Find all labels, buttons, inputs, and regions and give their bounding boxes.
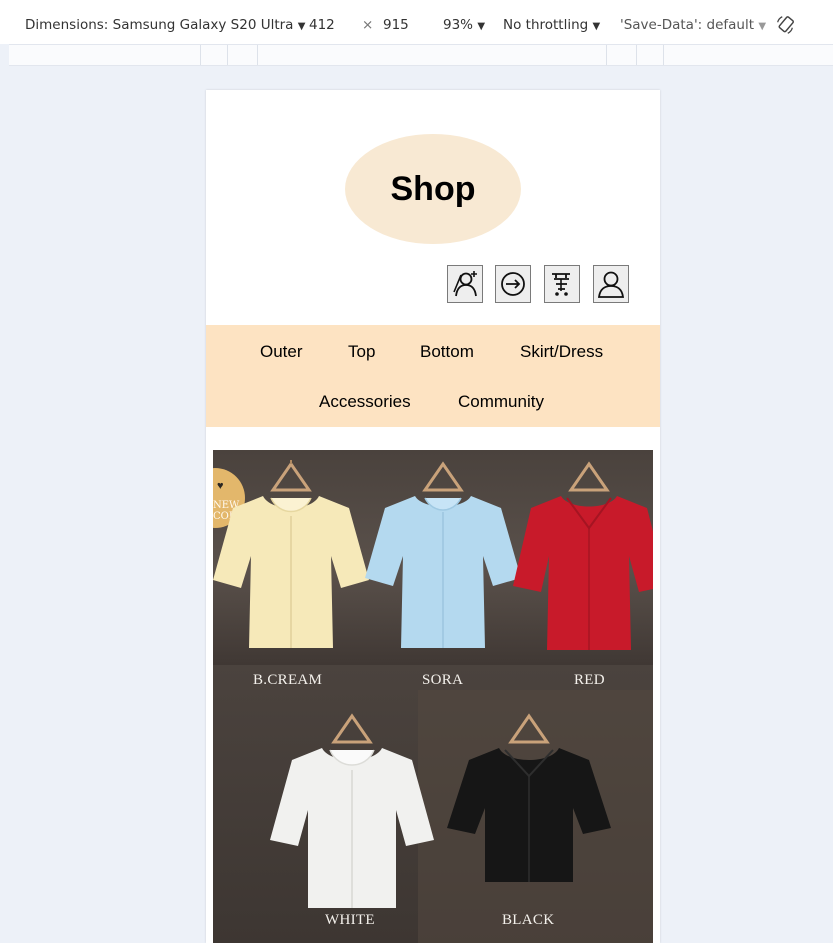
throttling-value: No throttling	[503, 17, 589, 33]
dropdown-arrow-icon: ▼	[297, 21, 306, 32]
height-input[interactable]: 915	[383, 17, 409, 33]
times-separator: ×	[362, 17, 374, 33]
device-dimensions-dropdown[interactable]: Dimensions: Samsung Galaxy S20 Ultra ▼	[25, 17, 305, 33]
cart-icon	[552, 273, 570, 296]
new-color-banner[interactable]: ♥ NEW COLOR	[213, 450, 653, 943]
add-user-icon	[453, 271, 477, 297]
nav-item-top[interactable]: Top	[348, 342, 375, 362]
devtools-device-toolbar: Dimensions: Samsung Galaxy S20 Ultra ▼ 4…	[0, 0, 833, 44]
save-data-dropdown[interactable]: 'Save-Data': default ▼	[620, 17, 766, 33]
width-input[interactable]: 412	[309, 17, 335, 33]
dropdown-arrow-icon: ▼	[477, 21, 486, 32]
sora-cardigan-image	[365, 461, 521, 648]
signup-button[interactable]	[447, 265, 483, 303]
login-button[interactable]	[495, 265, 531, 303]
color-label-white: WHITE	[325, 912, 375, 928]
shop-logo[interactable]: Shop	[345, 134, 521, 244]
cart-button[interactable]	[544, 265, 580, 303]
dropdown-arrow-icon: ▼	[758, 21, 767, 32]
nav-item-accessories[interactable]: Accessories	[319, 392, 411, 412]
media-query-ruler[interactable]	[9, 44, 833, 66]
color-label-red: RED	[574, 672, 605, 688]
login-icon	[501, 272, 525, 296]
white-cardigan-image	[270, 713, 434, 908]
device-label: Dimensions: Samsung Galaxy S20 Ultra	[25, 17, 294, 33]
red-cardigan-image	[513, 461, 653, 650]
user-icon	[597, 271, 625, 298]
black-cardigan-image	[447, 713, 611, 882]
throttling-dropdown[interactable]: No throttling ▼	[503, 17, 600, 33]
color-label-sora: SORA	[422, 672, 464, 688]
color-label-black: BLACK	[502, 912, 555, 928]
save-data-value: 'Save-Data': default	[620, 17, 755, 33]
my-page-button[interactable]	[593, 265, 629, 303]
nav-item-outer[interactable]: Outer	[260, 342, 303, 362]
device-viewport: Shop Outer Top Bottom Skirt/Dress Access…	[206, 90, 660, 943]
color-label-b-cream: B.CREAM	[253, 672, 323, 688]
zoom-value: 93%	[443, 17, 474, 33]
b-cream-cardigan-image	[213, 460, 369, 648]
logo-text: Shop	[390, 169, 476, 208]
rotate-icon[interactable]	[774, 14, 796, 36]
zoom-dropdown[interactable]: 93% ▼	[443, 17, 485, 33]
nav-item-bottom[interactable]: Bottom	[420, 342, 474, 362]
category-nav: Outer Top Bottom Skirt/Dress Accessories…	[206, 325, 660, 427]
dropdown-arrow-icon: ▼	[592, 21, 601, 32]
nav-item-skirt-dress[interactable]: Skirt/Dress	[520, 342, 603, 362]
nav-item-community[interactable]: Community	[458, 392, 544, 412]
